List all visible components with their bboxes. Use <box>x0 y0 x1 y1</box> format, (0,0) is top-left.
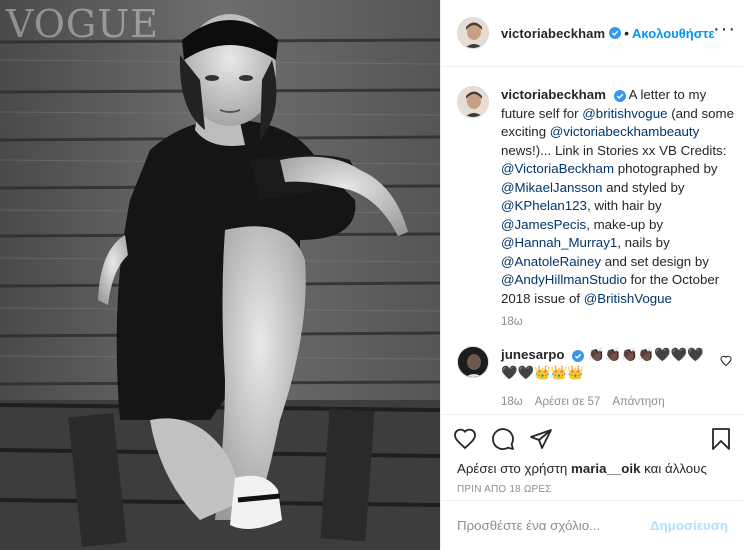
caption-text: victoriabeckham A letter to my future se… <box>501 86 737 308</box>
add-comment-bar: Δημοσίευση <box>441 500 743 550</box>
post-actions: Αρέσει στο χρήστη maria__oik και άλλους … <box>441 414 743 495</box>
mention-link[interactable]: @VictoriaBeckham <box>501 161 614 176</box>
caption-text-part: , with hair by <box>586 198 662 213</box>
mention-link[interactable]: @AnatoleRainey <box>501 254 601 269</box>
more-options-icon[interactable]: ··· <box>713 19 736 39</box>
comment-item: junesarpo 👏🏿👏🏿👏🏿👏🏿🖤🖤🖤🖤🖤👑👑👑 18ω Αρέσει σε… <box>457 346 737 408</box>
mention-link[interactable]: @victoriabeckhambeauty <box>550 124 700 139</box>
comment-body: junesarpo 👏🏿👏🏿👏🏿👏🏿🖤🖤🖤🖤🖤👑👑👑 18ω Αρέσει σε… <box>501 346 711 408</box>
avatar-image <box>458 347 488 377</box>
post-photo[interactable]: VOGUE <box>0 0 440 550</box>
mention-link[interactable]: @MikaelJansson <box>501 180 602 195</box>
likes-others-link[interactable]: και άλλους <box>640 461 707 476</box>
likes-summary: Αρέσει στο χρήστη maria__oik και άλλους <box>453 461 732 476</box>
mention-link[interactable]: @Hannah_Murray1 <box>501 235 617 250</box>
mention-link[interactable]: @britishvogue <box>582 106 667 121</box>
avatar-image <box>458 18 488 48</box>
comment-likes[interactable]: Αρέσει σε 57 <box>535 396 601 408</box>
comment-icon[interactable] <box>491 423 523 455</box>
post-comment-button[interactable]: Δημοσίευση <box>650 518 728 533</box>
post-caption: victoriabeckham A letter to my future se… <box>457 86 737 328</box>
caption-text-part: and set design by <box>601 253 709 269</box>
caption-time[interactable]: 18ω <box>501 316 737 328</box>
comment-time[interactable]: 18ω <box>501 396 523 408</box>
post-sidebar: victoriabeckham • Ακολουθήστε ··· victor… <box>440 0 743 550</box>
commenter-avatar[interactable] <box>457 346 489 378</box>
caption-text-part: , make-up by <box>586 216 664 232</box>
caption-text-part: news!)... Link in Stories xx VB Credits: <box>501 142 727 158</box>
commenter-username[interactable]: junesarpo <box>501 347 565 362</box>
comment-input[interactable] <box>457 518 650 533</box>
comments-area[interactable]: victoriabeckham A letter to my future se… <box>441 68 743 414</box>
mention-link[interactable]: @BritishVogue <box>584 291 672 306</box>
likes-prefix: Αρέσει στο χρήστη <box>457 461 571 476</box>
instagram-post: VOGUE victoriabeckham • Ακολουθήστε ··· <box>0 0 743 550</box>
author-username[interactable]: victoriabeckham <box>501 26 605 41</box>
verified-badge-icon <box>572 350 585 362</box>
verified-badge-icon <box>613 90 626 102</box>
action-icons <box>453 423 732 455</box>
comment-meta: 18ω Αρέσει σε 57 Απάντηση <box>501 396 711 408</box>
caption-body: victoriabeckham A letter to my future se… <box>501 86 737 328</box>
avatar-image <box>458 87 488 117</box>
separator-dot: • <box>624 25 630 41</box>
bookmark-icon[interactable] <box>700 423 732 455</box>
photo-illustration <box>0 0 440 550</box>
like-heart-icon[interactable] <box>453 423 485 455</box>
author-avatar[interactable] <box>457 17 489 49</box>
vogue-logo: VOGUE <box>6 2 160 46</box>
comment-like-heart-icon[interactable] <box>720 354 732 370</box>
likes-user-link[interactable]: maria__oik <box>571 461 640 476</box>
share-icon[interactable] <box>529 423 561 455</box>
reply-button[interactable]: Απάντηση <box>612 396 664 408</box>
follow-button[interactable]: Ακολουθήστε <box>632 26 715 41</box>
post-timestamp[interactable]: ΠΡΙΝ ΑΠΟ 18 ΩΡΕΣ <box>453 484 732 495</box>
verified-badge-icon <box>609 27 622 39</box>
caption-username[interactable]: victoriabeckham <box>501 87 606 102</box>
mention-link[interactable]: @JamesPecis <box>501 217 586 232</box>
caption-text-part: , nails by <box>617 235 670 250</box>
caption-text-part: photographed by <box>614 161 718 176</box>
post-header: victoriabeckham • Ακολουθήστε ··· <box>441 0 743 67</box>
mention-link[interactable]: @AndyHillmanStudio <box>501 272 627 287</box>
comment-text: junesarpo 👏🏿👏🏿👏🏿👏🏿🖤🖤🖤🖤🖤👑👑👑 <box>501 346 711 382</box>
caption-text-part: and styled by <box>602 179 685 195</box>
mention-link[interactable]: @KPhelan123 <box>501 198 587 213</box>
caption-avatar[interactable] <box>457 86 489 118</box>
